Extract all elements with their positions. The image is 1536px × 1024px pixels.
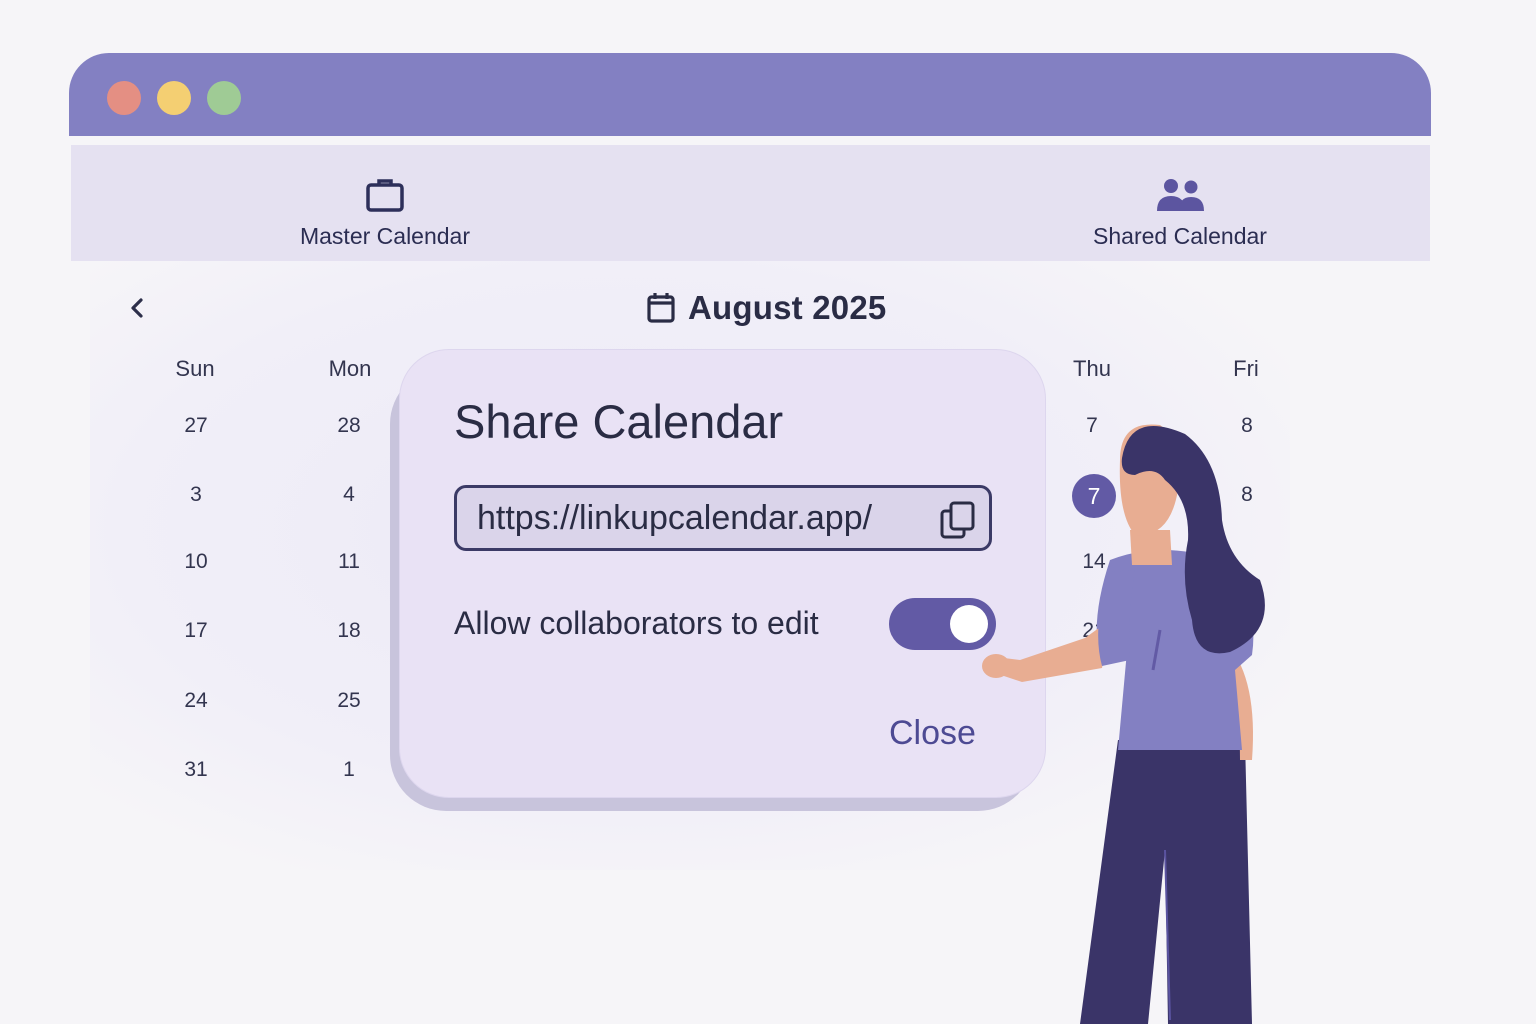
allow-edit-label: Allow collaborators to edit bbox=[454, 605, 819, 641]
tab-shared-calendar[interactable]: Shared Calendar bbox=[1080, 145, 1280, 261]
day-cell[interactable]: 10 bbox=[166, 550, 226, 574]
weekday-mon: Mon bbox=[328, 356, 372, 381]
share-url-input[interactable] bbox=[477, 498, 917, 538]
window-close-button[interactable] bbox=[107, 81, 141, 115]
day-cell[interactable]: 18 bbox=[319, 619, 379, 643]
dialog-title: Share Calendar bbox=[454, 395, 784, 448]
weekday-fri: Fri bbox=[1233, 356, 1259, 381]
share-url-field[interactable] bbox=[454, 485, 992, 551]
month-title: August 2025 bbox=[688, 289, 887, 326]
tab-master-calendar[interactable]: Master Calendar bbox=[285, 145, 485, 261]
previous-month-button[interactable] bbox=[124, 294, 152, 322]
day-cell[interactable]: 3 bbox=[166, 483, 226, 507]
weekday-thu: Thu bbox=[1073, 356, 1111, 381]
person-illustration bbox=[982, 424, 1265, 1024]
users-icon bbox=[1152, 177, 1208, 218]
day-cell[interactable]: 24 bbox=[166, 689, 226, 713]
day-cell[interactable]: 28 bbox=[319, 414, 379, 438]
window-minimize-button[interactable] bbox=[157, 81, 191, 115]
weekday-sun: Sun bbox=[175, 356, 215, 381]
briefcase-icon bbox=[365, 177, 405, 218]
share-calendar-dialog: Share Calendar Allow collaborators to ed… bbox=[399, 349, 1046, 798]
tab-master-calendar-label: Master Calendar bbox=[299, 223, 471, 249]
tab-bar: Master Calendar Shared Calendar bbox=[71, 145, 1430, 261]
tab-shared-calendar-label: Shared Calendar bbox=[1093, 223, 1267, 249]
day-cell[interactable]: 27 bbox=[166, 414, 226, 438]
window-titlebar bbox=[69, 53, 1431, 136]
calendar-icon bbox=[647, 293, 675, 323]
day-cell[interactable]: 11 bbox=[319, 550, 379, 574]
window-maximize-button[interactable] bbox=[207, 81, 241, 115]
month-header: August 2025 bbox=[646, 286, 886, 330]
chevron-left-icon bbox=[131, 298, 143, 318]
day-cell[interactable]: 1 bbox=[319, 758, 379, 782]
day-cell[interactable]: 4 bbox=[319, 483, 379, 507]
day-cell[interactable]: 25 bbox=[319, 689, 379, 713]
day-cell[interactable]: 31 bbox=[166, 758, 226, 782]
day-cell[interactable]: 17 bbox=[166, 619, 226, 643]
